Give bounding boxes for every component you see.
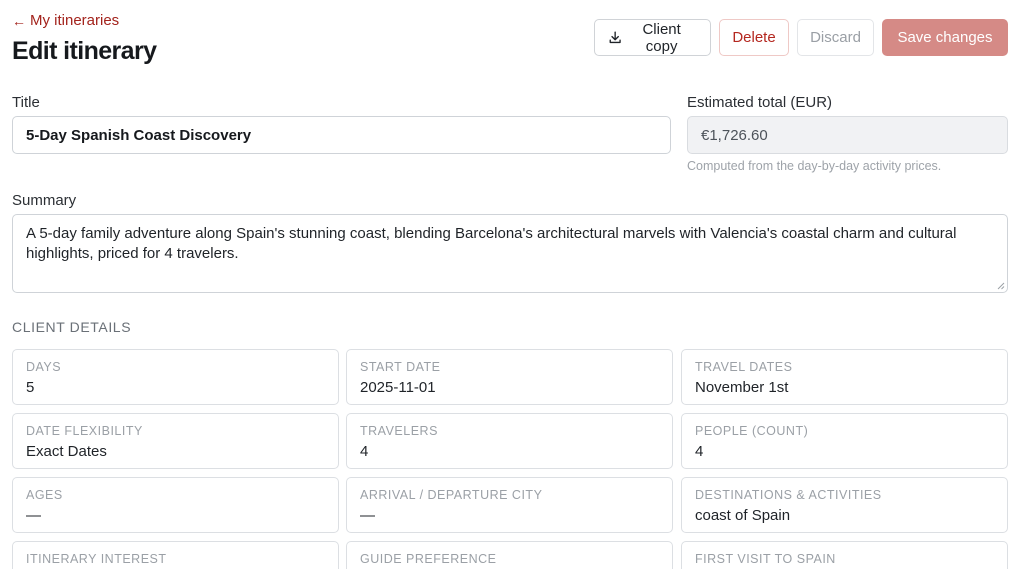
- client-copy-label: Client copy: [642, 20, 681, 55]
- detail-card-people-count: PEOPLE (COUNT) 4: [681, 413, 1008, 469]
- detail-card-guide-preference: GUIDE PREFERENCE: [346, 541, 673, 569]
- detail-value: coast of Spain: [695, 507, 791, 524]
- detail-value: 5: [26, 379, 35, 396]
- detail-label: ITINERARY INTEREST: [26, 552, 167, 566]
- arrow-left-icon: ←: [12, 12, 26, 29]
- detail-label: TRAVELERS: [360, 424, 438, 438]
- estimated-total-help: Computed from the day-by-day activity pr…: [687, 159, 942, 173]
- detail-card-destinations-activities: DESTINATIONS & ACTIVITIES coast of Spain: [681, 477, 1008, 533]
- detail-card-ages: AGES —: [12, 477, 339, 533]
- detail-card-itinerary-interest: ITINERARY INTEREST: [12, 541, 339, 569]
- page-title: Edit itinerary: [12, 37, 157, 65]
- back-link-label: My itineraries: [30, 12, 120, 29]
- detail-label: PEOPLE (COUNT): [695, 424, 809, 438]
- title-input[interactable]: 5-Day Spanish Coast Discovery: [12, 116, 671, 154]
- detail-card-date-flexibility: DATE FLEXIBILITY Exact Dates: [12, 413, 339, 469]
- estimated-total-label: Estimated total (EUR): [687, 94, 833, 111]
- detail-label: GUIDE PREFERENCE: [360, 552, 497, 566]
- detail-label: DAYS: [26, 360, 62, 374]
- detail-label: TRAVEL DATES: [695, 360, 793, 374]
- estimated-total-field: €1,726.60: [687, 116, 1008, 154]
- detail-label: DATE FLEXIBILITY: [26, 424, 143, 438]
- detail-card-start-date: START DATE 2025-11-01: [346, 349, 673, 405]
- client-details-heading: CLIENT DETAILS: [12, 319, 132, 335]
- resize-handle-icon[interactable]: [997, 282, 1005, 290]
- detail-value: 4: [360, 443, 369, 460]
- detail-label: FIRST VISIT TO SPAIN: [695, 552, 836, 566]
- detail-card-travelers: TRAVELERS 4: [346, 413, 673, 469]
- delete-button[interactable]: Delete: [719, 19, 789, 56]
- client-copy-button[interactable]: Client copy: [594, 19, 711, 56]
- toolbar: Client copy Delete Discard Save changes: [594, 19, 1008, 56]
- title-label: Title: [12, 94, 40, 111]
- detail-card-arrival-departure-city: ARRIVAL / DEPARTURE CITY —: [346, 477, 673, 533]
- detail-value: 4: [695, 443, 704, 460]
- summary-label: Summary: [12, 192, 77, 209]
- detail-value: —: [360, 507, 375, 524]
- detail-value: Exact Dates: [26, 443, 107, 460]
- detail-label: ARRIVAL / DEPARTURE CITY: [360, 488, 543, 502]
- detail-card-days: DAYS 5: [12, 349, 339, 405]
- detail-value: November 1st: [695, 379, 789, 396]
- discard-button[interactable]: Discard: [797, 19, 874, 56]
- detail-card-first-visit-spain: FIRST VISIT TO SPAIN: [681, 541, 1008, 569]
- detail-label: START DATE: [360, 360, 441, 374]
- summary-textarea[interactable]: A 5-day family adventure along Spain's s…: [12, 214, 1008, 293]
- back-to-itineraries-link[interactable]: ← My itineraries: [12, 12, 119, 29]
- detail-value: —: [26, 507, 41, 524]
- detail-label: DESTINATIONS & ACTIVITIES: [695, 488, 882, 502]
- summary-text: A 5-day family adventure along Spain's s…: [26, 225, 957, 262]
- save-changes-button[interactable]: Save changes: [882, 19, 1008, 56]
- detail-card-travel-dates: TRAVEL DATES November 1st: [681, 349, 1008, 405]
- detail-value: 2025-11-01: [360, 379, 436, 396]
- download-icon: [609, 31, 621, 44]
- detail-label: AGES: [26, 488, 63, 502]
